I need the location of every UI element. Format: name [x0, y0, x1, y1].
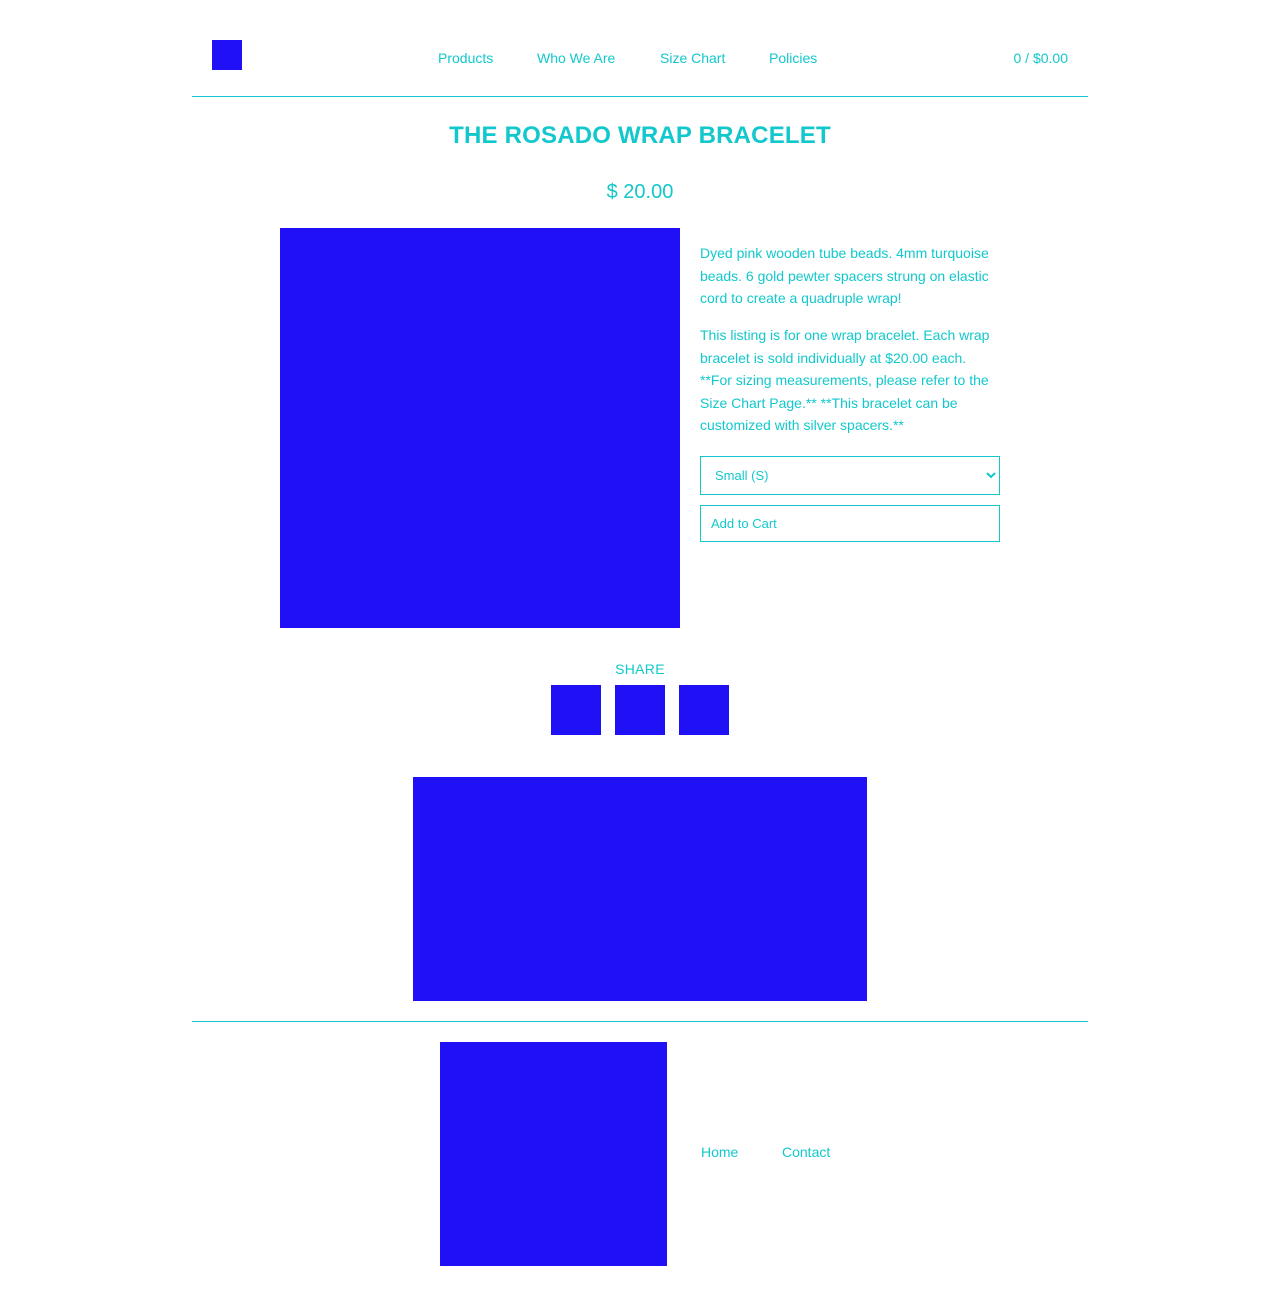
page: Products Who We Are Size Chart Policies …: [0, 0, 1280, 1306]
promo-banner-image: [413, 777, 867, 1001]
add-to-cart-button[interactable]: Add to Cart: [700, 505, 1000, 542]
header-divider: [192, 96, 1088, 97]
share-twitter-icon[interactable]: [615, 685, 665, 735]
footer-logo-image: [440, 1042, 667, 1266]
cart-summary-link[interactable]: 0 / $0.00: [1014, 49, 1069, 67]
share-pinterest-icon[interactable]: [679, 685, 729, 735]
product-description-1: Dyed pink wooden tube beads. 4mm turquoi…: [700, 245, 989, 306]
main-nav: Products Who We Are Size Chart Policies: [0, 49, 1280, 69]
share-facebook-icon[interactable]: [551, 685, 601, 735]
size-select[interactable]: Small (S): [700, 456, 1000, 495]
nav-policies[interactable]: Policies: [769, 49, 817, 67]
product-title: THE ROSADO WRAP BRACELET: [449, 122, 831, 149]
footer-link-contact[interactable]: Contact: [782, 1143, 830, 1161]
product-description-2: This listing is for one wrap bracelet. E…: [700, 327, 990, 433]
share-label: SHARE: [615, 661, 665, 677]
product-price: $ 20.00: [606, 181, 674, 203]
footer-link-home[interactable]: Home: [701, 1143, 738, 1161]
nav-size-chart[interactable]: Size Chart: [660, 49, 725, 67]
nav-who-we-are[interactable]: Who We Are: [537, 49, 615, 67]
nav-products[interactable]: Products: [438, 49, 493, 67]
footer-divider: [192, 1021, 1088, 1022]
product-image[interactable]: [280, 228, 680, 628]
